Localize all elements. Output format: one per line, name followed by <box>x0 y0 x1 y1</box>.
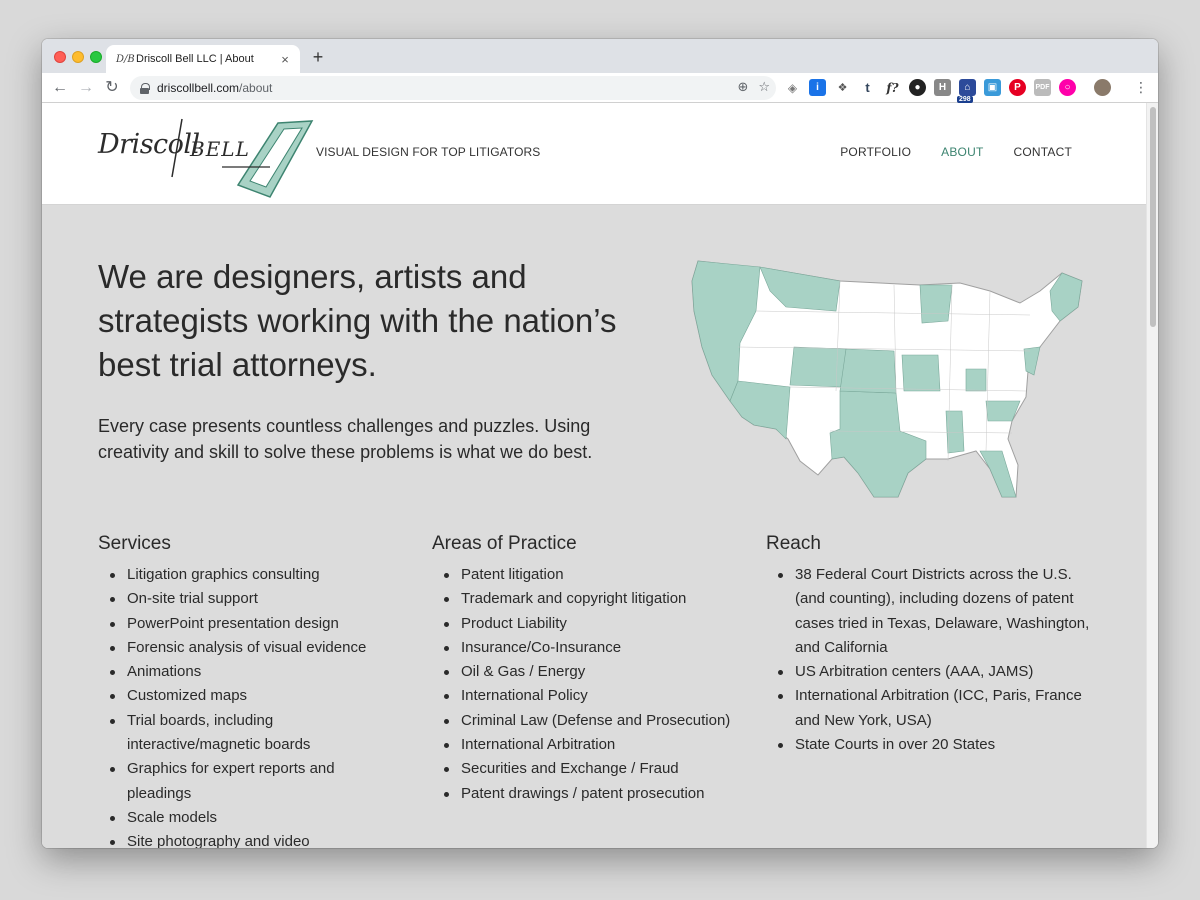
extension-pdf-icon[interactable]: PDF <box>1034 79 1051 96</box>
extension-bar: ◈ i ❖ t f? ● H ⌂ 298 ▣ P PDF ○ <box>784 79 1111 103</box>
extension-image-icon[interactable]: ▣ <box>984 79 1001 96</box>
list-item: Trademark and copyright litigation <box>432 587 752 611</box>
list-item: Scale models <box>98 806 418 830</box>
list-item: On-site trial support <box>98 587 418 611</box>
extension-tumblr-icon[interactable]: t <box>859 79 876 96</box>
list-item: Litigation graphics consulting <box>98 563 418 587</box>
list-item: Graphics for expert reports and pleading… <box>98 757 418 806</box>
address-bar[interactable]: driscollbell.com/about ⊕ ☆ <box>130 76 776 100</box>
list-item: Securities and Exchange / Fraud <box>432 757 752 781</box>
extension-diamond-icon[interactable]: ◈ <box>784 79 801 96</box>
browser-toolbar: ← → ↻ driscollbell.com/about ⊕ ☆ ◈ i ❖ t… <box>42 73 1158 103</box>
logo-text-bell[interactable]: BELL <box>190 137 250 161</box>
extension-face-icon[interactable]: ● <box>909 79 926 96</box>
list-item: Insurance/Co-Insurance <box>432 636 752 660</box>
lock-icon <box>140 83 150 94</box>
browser-window: D/B Driscoll Bell LLC | About × + ← → ↻ … <box>42 39 1158 848</box>
list-item: State Courts in over 20 States <box>766 733 1100 757</box>
extension-font-icon[interactable]: f? <box>884 79 901 96</box>
services-list: Litigation graphics consulting On-site t… <box>98 563 418 848</box>
list-item: Site photography and video <box>98 830 418 848</box>
url-host: driscollbell.com <box>157 81 240 95</box>
reload-icon[interactable]: ↻ <box>102 78 122 98</box>
logo-text-driscoll[interactable]: Driscoll <box>98 129 200 160</box>
list-item: PowerPoint presentation design <box>98 612 418 636</box>
extension-pinterest-icon[interactable]: P <box>1009 79 1026 96</box>
favicon-icon: D/B <box>116 53 135 65</box>
forward-arrow-icon[interactable]: → <box>76 78 96 98</box>
new-tab-button[interactable]: + <box>308 47 328 68</box>
practice-section: Areas of Practice Patent litigation Trad… <box>432 533 752 806</box>
list-item: International Policy <box>432 684 752 708</box>
extension-h-icon[interactable]: H <box>934 79 951 96</box>
minimize-window-button[interactable] <box>72 51 84 63</box>
url-path: /about <box>239 81 273 95</box>
list-item: Patent drawings / patent prosecution <box>432 782 752 806</box>
list-item: Forensic analysis of visual evidence <box>98 636 418 660</box>
scrollbar-thumb[interactable] <box>1150 107 1156 327</box>
practice-heading: Areas of Practice <box>432 533 577 554</box>
hero-title: We are designers, artists and strategist… <box>98 258 617 383</box>
services-heading: Services <box>98 533 171 554</box>
tab-title: Driscoll Bell LLC | About <box>136 53 254 65</box>
reach-heading: Reach <box>766 533 821 554</box>
zoom-icon[interactable]: ⊕ <box>737 79 748 95</box>
services-section: Services Litigation graphics consulting … <box>98 533 418 848</box>
site-header: Driscoll BELL VISUAL DESIGN FOR TOP LITI… <box>42 103 1146 205</box>
site-tagline: VISUAL DESIGN FOR TOP LITIGATORS <box>316 145 541 159</box>
avatar[interactable] <box>1094 79 1111 96</box>
extension-dropbox-icon[interactable]: ❖ <box>834 79 851 96</box>
extension-info-icon[interactable]: i <box>809 79 826 96</box>
browser-tab[interactable]: D/B Driscoll Bell LLC | About × <box>106 45 300 73</box>
list-item: Oil & Gas / Energy <box>432 660 752 684</box>
list-item: 38 Federal Court Districts across the U.… <box>766 563 1100 660</box>
hero-subtitle: Every case presents countless challenges… <box>98 416 593 462</box>
reach-list: 38 Federal Court Districts across the U.… <box>766 563 1100 757</box>
back-arrow-icon[interactable]: ← <box>50 78 70 98</box>
list-item: Customized maps <box>98 684 418 708</box>
star-icon[interactable]: ☆ <box>758 79 770 95</box>
reach-section: Reach 38 Federal Court Districts across … <box>766 533 1100 757</box>
us-map-illustration <box>691 260 1083 498</box>
list-item: Product Liability <box>432 612 752 636</box>
list-item: Patent litigation <box>432 563 752 587</box>
menu-dots-icon[interactable]: ⋮ <box>1134 79 1148 96</box>
extension-badge: 298 <box>957 96 973 103</box>
nav-about[interactable]: ABOUT <box>941 145 983 159</box>
page-scrollbar[interactable] <box>1146 103 1158 848</box>
page-viewport: Driscoll BELL VISUAL DESIGN FOR TOP LITI… <box>42 103 1146 848</box>
tab-close-icon[interactable]: × <box>278 52 292 67</box>
list-item: International Arbitration (ICC, Paris, F… <box>766 684 1100 733</box>
list-item: International Arbitration <box>432 733 752 757</box>
nav-contact[interactable]: CONTACT <box>1013 145 1072 159</box>
practice-list: Patent litigation Trademark and copyrigh… <box>432 563 752 806</box>
close-window-button[interactable] <box>54 51 66 63</box>
list-item: Trial boards, including interactive/magn… <box>98 709 418 758</box>
extension-house-icon[interactable]: ⌂ 298 <box>957 79 976 103</box>
maximize-window-button[interactable] <box>90 51 102 63</box>
list-item: Criminal Law (Defense and Prosecution) <box>432 709 752 733</box>
list-item: Animations <box>98 660 418 684</box>
nav-portfolio[interactable]: PORTFOLIO <box>840 145 911 159</box>
extension-circle-icon[interactable]: ○ <box>1059 79 1076 96</box>
list-item: US Arbitration centers (AAA, JAMS) <box>766 660 1100 684</box>
tab-strip: D/B Driscoll Bell LLC | About × + <box>42 39 1158 73</box>
main-nav: PORTFOLIO ABOUT CONTACT <box>840 145 1072 159</box>
